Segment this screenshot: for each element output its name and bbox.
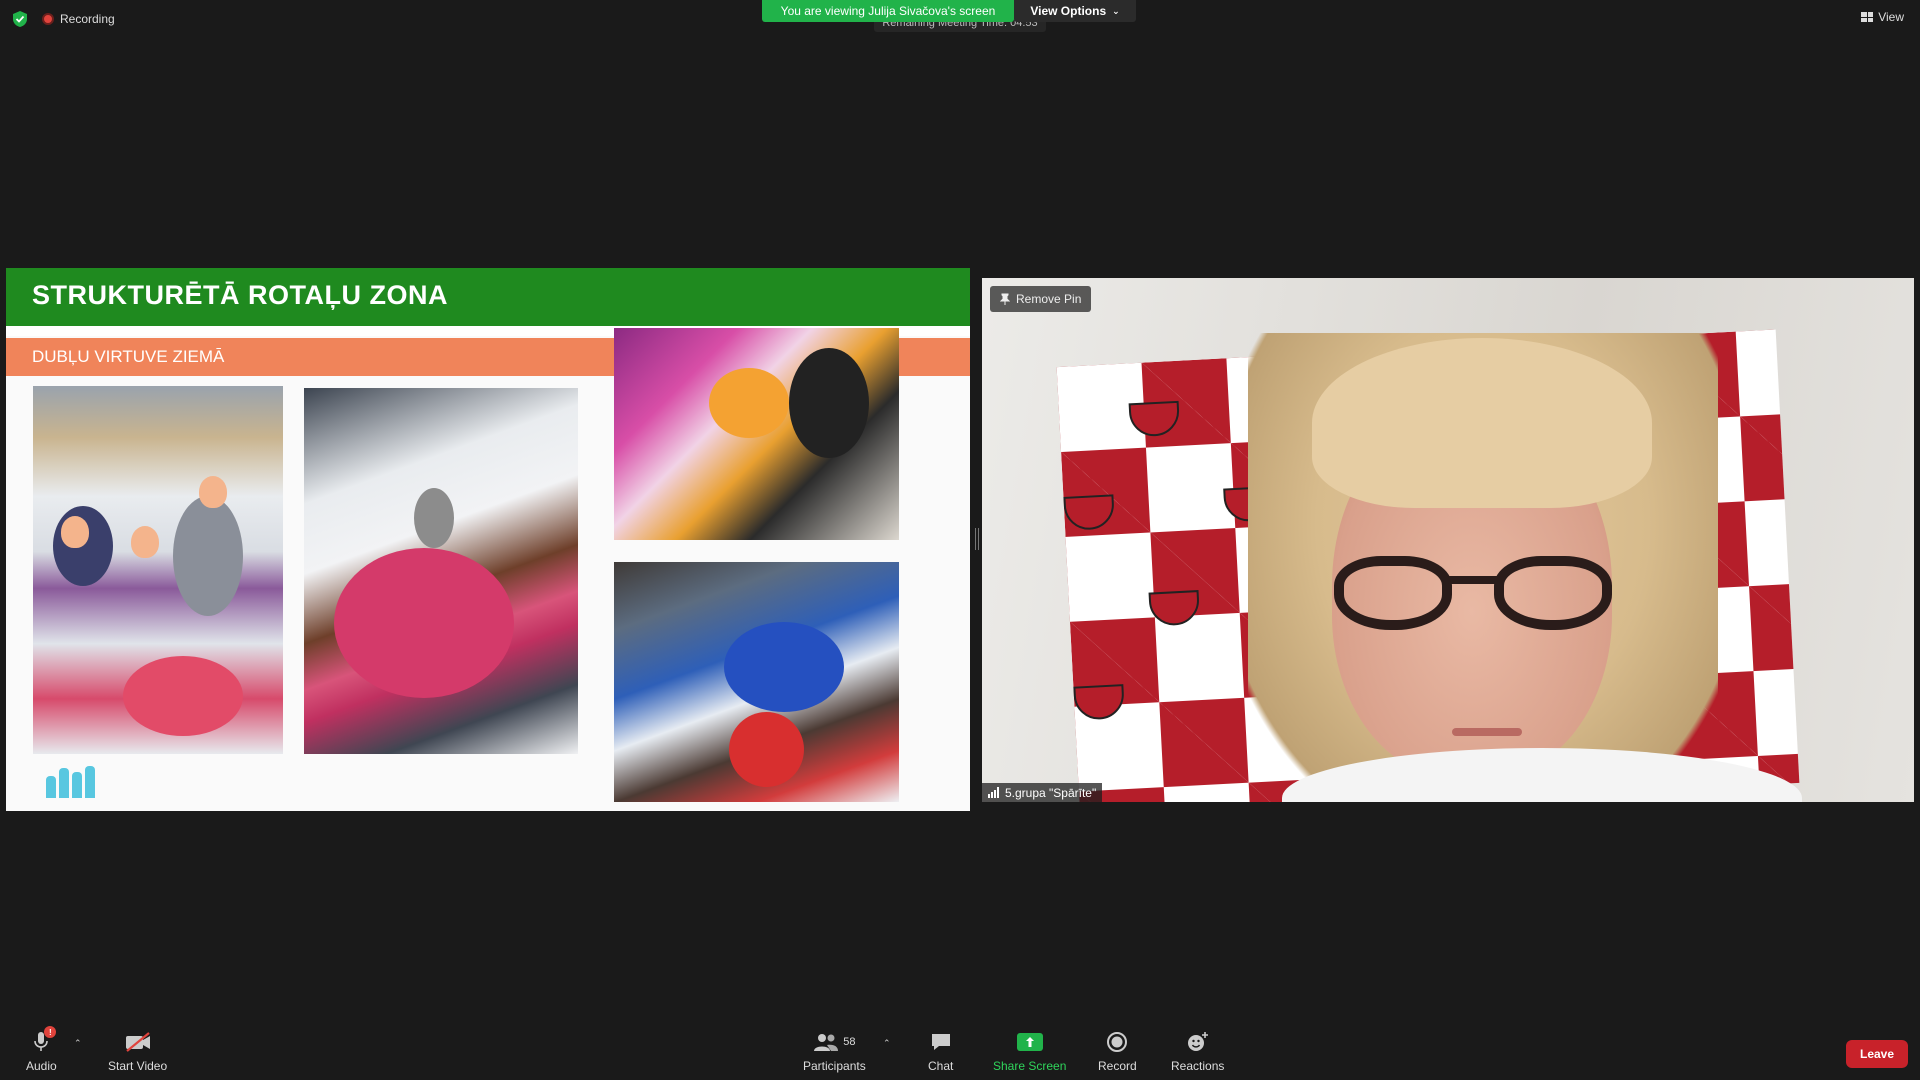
video-off-icon [124,1030,152,1054]
photo-shape [789,348,869,458]
slide-title-bar: STRUKTURĒTĀ ROTAĻU ZONA [6,268,970,326]
bunny-emoji-icon [131,526,159,558]
bunny-emoji-icon [61,516,89,548]
recording-dot-icon [42,13,54,25]
recording-indicator[interactable]: Recording [42,12,115,26]
participants-count: 58 [843,1036,856,1048]
top-left-status: Recording [12,10,115,28]
kindergarten-logo [46,758,110,798]
photo-shape [724,622,844,712]
start-video-button[interactable]: Start Video [108,1030,167,1073]
slide-photo-children-snow [33,386,283,754]
video-person-mouth [1452,728,1522,736]
chat-label: Chat [928,1059,954,1073]
start-video-label: Start Video [108,1059,168,1073]
chevron-down-icon: ⌄ [1112,5,1120,16]
microphone-icon: ! [32,1026,57,1054]
participants-button[interactable]: 58 Participants [803,1030,866,1073]
view-button[interactable]: View [1861,10,1904,24]
ladybug-icon [1073,684,1126,721]
signal-strength-icon [988,787,999,798]
recording-label: Recording [60,12,115,26]
audio-label: Audio [26,1059,57,1073]
record-label: Record [1098,1059,1137,1073]
slide-photo-pot [304,388,578,754]
photo-shape [173,496,243,616]
record-button[interactable]: Record [1098,1030,1137,1073]
participant-name: 5.grupa "Spārīte" [1005,785,1097,800]
view-label: View [1878,10,1904,24]
slide-title: STRUKTURĒTĀ ROTAĻU ZONA [32,280,448,310]
viewing-screen-banner: You are viewing Julija Sivačova's screen [762,0,1014,22]
view-options-label: View Options [1030,4,1107,18]
meeting-toolbar: ! Audio ⌃ Start Video 58 Participants ⌃ [0,1020,1920,1080]
photo-shape [414,488,454,548]
participant-video[interactable] [982,278,1914,802]
remove-pin-button[interactable]: Remove Pin [990,286,1092,312]
share-screen-icon-wrap [1016,1030,1043,1054]
slide-photo-bowls [614,562,899,802]
shared-screen[interactable]: STRUKTURĒTĀ ROTAĻU ZONA DUBĻU VIRTUVE ZI… [6,268,970,811]
slide-photo-plate [614,328,899,540]
participants-options-caret-icon[interactable]: ⌃ [883,1038,891,1049]
ladybug-icon [1128,400,1181,438]
ladybug-icon [1063,494,1116,531]
audio-button[interactable]: ! Audio [26,1026,57,1073]
video-person-bangs [1312,338,1652,508]
reactions-icon [1186,1030,1210,1054]
slide-subtitle: DUBĻU VIRTUVE ZIEMĀ [32,347,225,366]
ladybug-icon [1148,590,1201,627]
video-person-glasses [1334,556,1614,636]
reactions-label: Reactions [1171,1059,1225,1073]
photo-shape [709,368,789,438]
photo-shape [729,712,804,787]
participants-icon: 58 [813,1030,855,1054]
chat-button[interactable]: Chat [928,1030,953,1073]
remove-pin-label: Remove Pin [1016,292,1082,306]
share-screen-label: Share Screen [993,1059,1067,1073]
security-shield-icon[interactable] [12,10,28,28]
split-view-handle[interactable] [975,528,979,550]
reactions-button[interactable]: Reactions [1171,1030,1224,1073]
photo-shape [334,548,514,698]
share-screen-icon [1016,1033,1043,1051]
chat-icon [930,1030,952,1054]
pin-icon [1000,293,1010,305]
share-screen-button[interactable]: Share Screen [993,1030,1066,1073]
grid-view-icon [1861,12,1874,22]
bunny-emoji-icon [199,476,227,508]
audio-warning-badge: ! [44,1026,57,1038]
participants-label: Participants [803,1059,866,1073]
view-options-button[interactable]: View Options ⌄ [1014,0,1136,22]
photo-shape [123,656,243,736]
record-icon [1106,1030,1128,1054]
participant-name-tag: 5.grupa "Spārīte" [982,783,1103,802]
leave-button[interactable]: Leave [1846,1040,1908,1068]
audio-options-caret-icon[interactable]: ⌃ [74,1038,82,1049]
